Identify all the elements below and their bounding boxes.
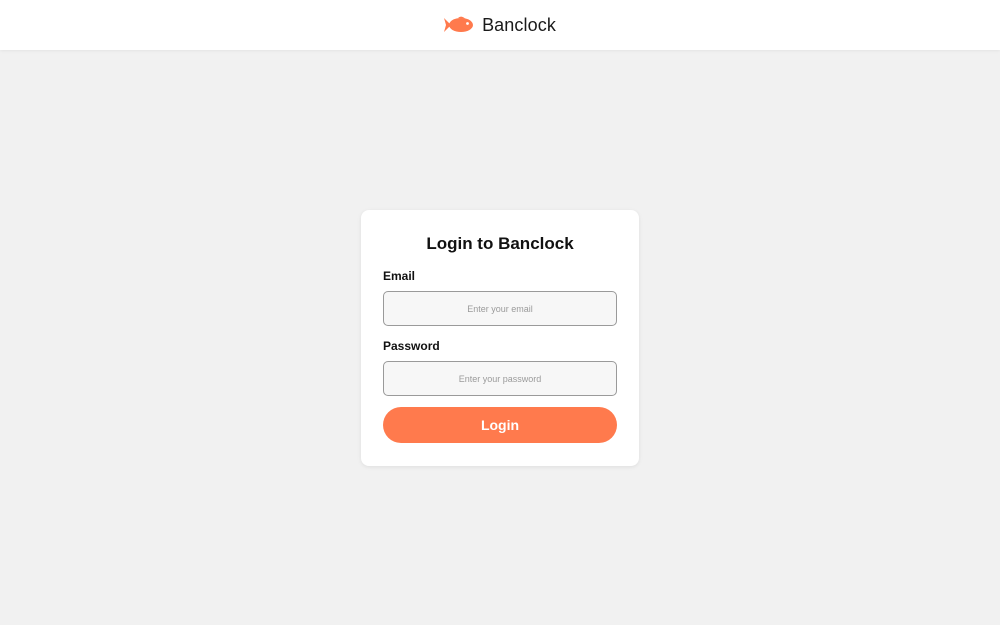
password-label: Password [383,339,440,353]
email-label: Email [383,269,416,283]
login-button[interactable]: Login [383,407,617,443]
password-field[interactable] [383,361,617,396]
page-title: Login to Banclock [426,234,574,253]
main-area: Login to Banclock Email Password Login [0,50,1000,625]
top-header: Banclock [0,0,1000,50]
brand[interactable]: Banclock [444,15,556,36]
email-field[interactable] [383,291,617,326]
login-card: Login to Banclock Email Password Login [361,210,639,466]
brand-name: Banclock [482,14,556,35]
fish-icon [444,16,474,32]
